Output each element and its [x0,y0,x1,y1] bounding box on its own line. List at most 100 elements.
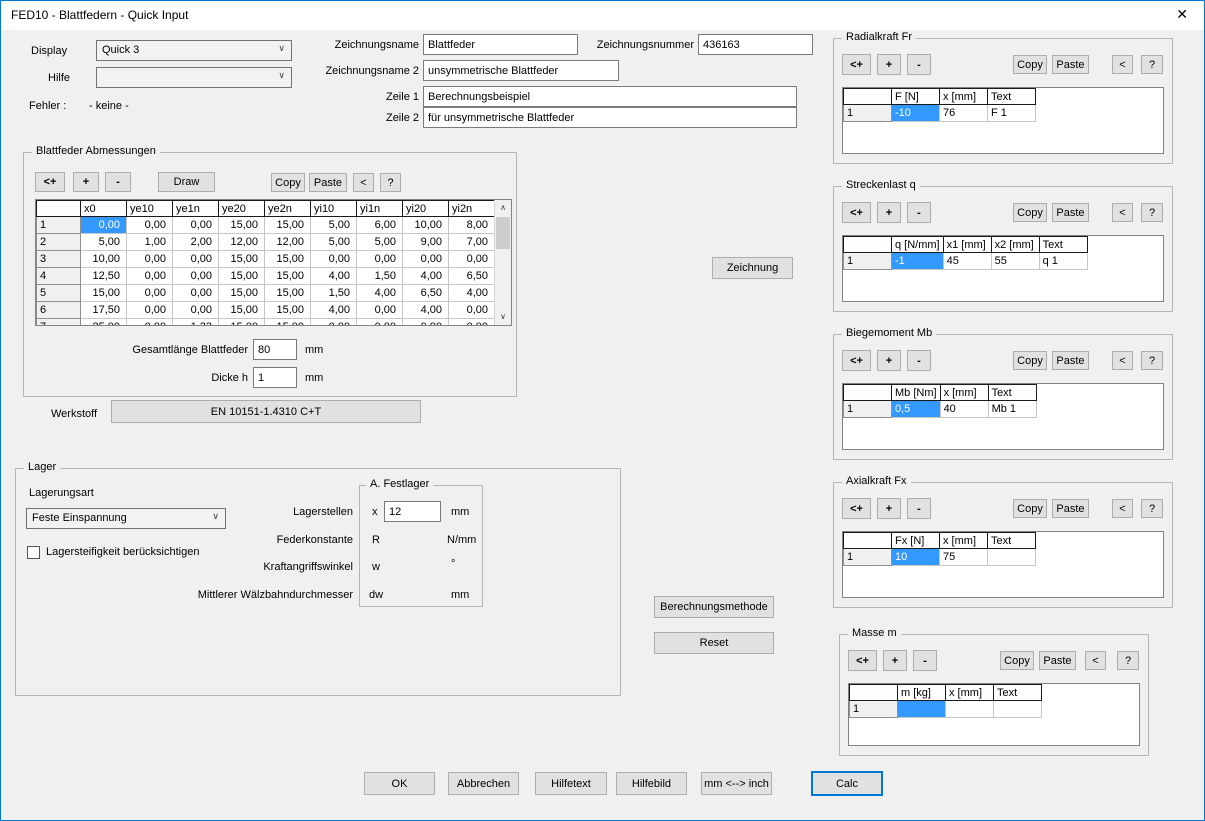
draw-button[interactable]: Draw [158,172,215,192]
paste-button[interactable]: Paste [309,173,347,192]
add-row-left-button[interactable]: <+ [848,650,877,671]
add-row-button[interactable]: + [877,498,901,519]
table-cell[interactable]: 0,00 [357,302,403,319]
table-cell[interactable]: 0,00 [127,302,173,319]
table-cell[interactable]: 1,33 [173,319,219,327]
table-cell[interactable]: 15,00 [219,268,265,285]
add-row-left-button[interactable]: <+ [842,350,871,371]
table-cell[interactable]: 15,00 [265,217,311,234]
row-header[interactable]: 2 [37,234,81,251]
zeichnungsname2-input[interactable] [423,60,619,81]
table-cell[interactable]: 0,00 [311,319,357,327]
table-cell[interactable]: 0,00 [173,285,219,302]
display-dropdown[interactable]: Quick 3 ∨ [96,40,292,61]
table-cell[interactable]: 12,00 [265,234,311,251]
table-cell[interactable]: 0,00 [403,251,449,268]
add-row-left-button[interactable]: <+ [842,498,871,519]
table-cell[interactable]: 0,00 [127,251,173,268]
table-cell[interactable]: 55 [991,253,1039,270]
table-cell[interactable]: 12,50 [81,268,127,285]
paste-button[interactable]: Paste [1052,499,1089,518]
copy-button[interactable]: Copy [1000,651,1034,670]
copy-button[interactable]: Copy [1013,499,1047,518]
remove-row-button[interactable]: - [907,498,931,519]
table-cell[interactable]: 15,00 [219,285,265,302]
row-header[interactable]: 1 [37,217,81,234]
add-row-button[interactable]: + [73,172,99,192]
copy-button[interactable]: Copy [1013,351,1047,370]
zeile1-input[interactable] [423,86,797,107]
table-cell[interactable]: 0,00 [173,217,219,234]
hilfetext-button[interactable]: Hilfetext [535,772,607,795]
table-cell[interactable]: 0,00 [81,217,127,234]
table-cell[interactable]: 15,00 [219,217,265,234]
zeichnung-button[interactable]: Zeichnung [712,257,793,279]
table-cell[interactable]: 0,00 [173,268,219,285]
table-cell[interactable]: 8,00 [449,217,495,234]
table-cell[interactable]: 4,00 [357,285,403,302]
reset-button[interactable]: Reset [654,632,774,654]
calc-button[interactable]: Calc [811,771,883,796]
table-cell[interactable]: 6,00 [357,217,403,234]
festlager-x-input[interactable] [384,501,441,522]
table-cell[interactable]: 0,00 [311,251,357,268]
gesamtlaenge-input[interactable] [253,339,297,360]
zeichnungsname-input[interactable] [423,34,578,55]
berechnungsmethode-button[interactable]: Berechnungsmethode [654,596,774,618]
help-button[interactable]: ? [1141,351,1163,370]
table-cell[interactable]: 0,00 [127,217,173,234]
table-cell[interactable]: q 1 [1039,253,1087,270]
back-button[interactable]: < [1112,351,1133,370]
table-cell[interactable]: 17,50 [81,302,127,319]
table-cell[interactable]: 15,00 [265,319,311,327]
back-button[interactable]: < [1112,499,1133,518]
table-cell[interactable]: 15,00 [265,285,311,302]
table-cell[interactable]: Mb 1 [988,401,1036,418]
copy-button[interactable]: Copy [1013,203,1047,222]
help-button[interactable]: ? [380,173,401,192]
table-cell[interactable]: 0,00 [449,302,495,319]
mm-inch-toggle-button[interactable]: mm <--> inch [701,772,772,795]
add-row-button[interactable]: + [883,650,907,671]
table-cell[interactable]: 0,00 [449,251,495,268]
table-cell[interactable]: 0,00 [357,319,403,327]
table-cell[interactable]: F 1 [988,105,1036,122]
remove-row-button[interactable]: - [907,350,931,371]
paste-button[interactable]: Paste [1052,351,1089,370]
copy-button[interactable]: Copy [1013,55,1047,74]
table-cell[interactable]: 2,00 [173,234,219,251]
table-cell[interactable]: 5,00 [311,217,357,234]
remove-row-button[interactable]: - [907,54,931,75]
zeichnungsnummer-input[interactable] [698,34,813,55]
table-cell[interactable]: 15,00 [219,302,265,319]
table-cell[interactable]: 12,00 [219,234,265,251]
table-cell[interactable]: 1,00 [127,234,173,251]
add-row-button[interactable]: + [877,350,901,371]
row-header[interactable]: 3 [37,251,81,268]
add-row-left-button[interactable]: <+ [842,202,871,223]
scrollbar-thumb[interactable] [496,217,510,249]
table-cell[interactable] [898,701,946,718]
add-row-button[interactable]: + [877,202,901,223]
table-cell[interactable]: 0,00 [127,319,173,327]
table-cell[interactable]: 75 [940,549,988,566]
back-button[interactable]: < [353,173,374,192]
table-cell[interactable]: 6,50 [403,285,449,302]
table-cell[interactable]: 0,00 [127,268,173,285]
help-button[interactable]: ? [1117,651,1139,670]
remove-row-button[interactable]: - [913,650,937,671]
table-cell[interactable]: 45 [943,253,991,270]
remove-row-button[interactable]: - [907,202,931,223]
table-cell[interactable]: 4,00 [403,302,449,319]
scroll-up-icon[interactable]: ∧ [495,200,511,216]
werkstoff-button[interactable]: EN 10151-1.4310 C+T [111,400,421,423]
lagersteifigkeit-checkbox[interactable] [27,546,40,559]
table-cell[interactable] [994,701,1042,718]
table-cell[interactable]: 10,00 [81,251,127,268]
table-cell[interactable]: 1,50 [357,268,403,285]
cancel-button[interactable]: Abbrechen [448,772,519,795]
table-cell[interactable]: 15,00 [81,285,127,302]
row-header[interactable]: 6 [37,302,81,319]
remove-row-button[interactable]: - [105,172,131,192]
copy-button[interactable]: Copy [271,173,305,192]
